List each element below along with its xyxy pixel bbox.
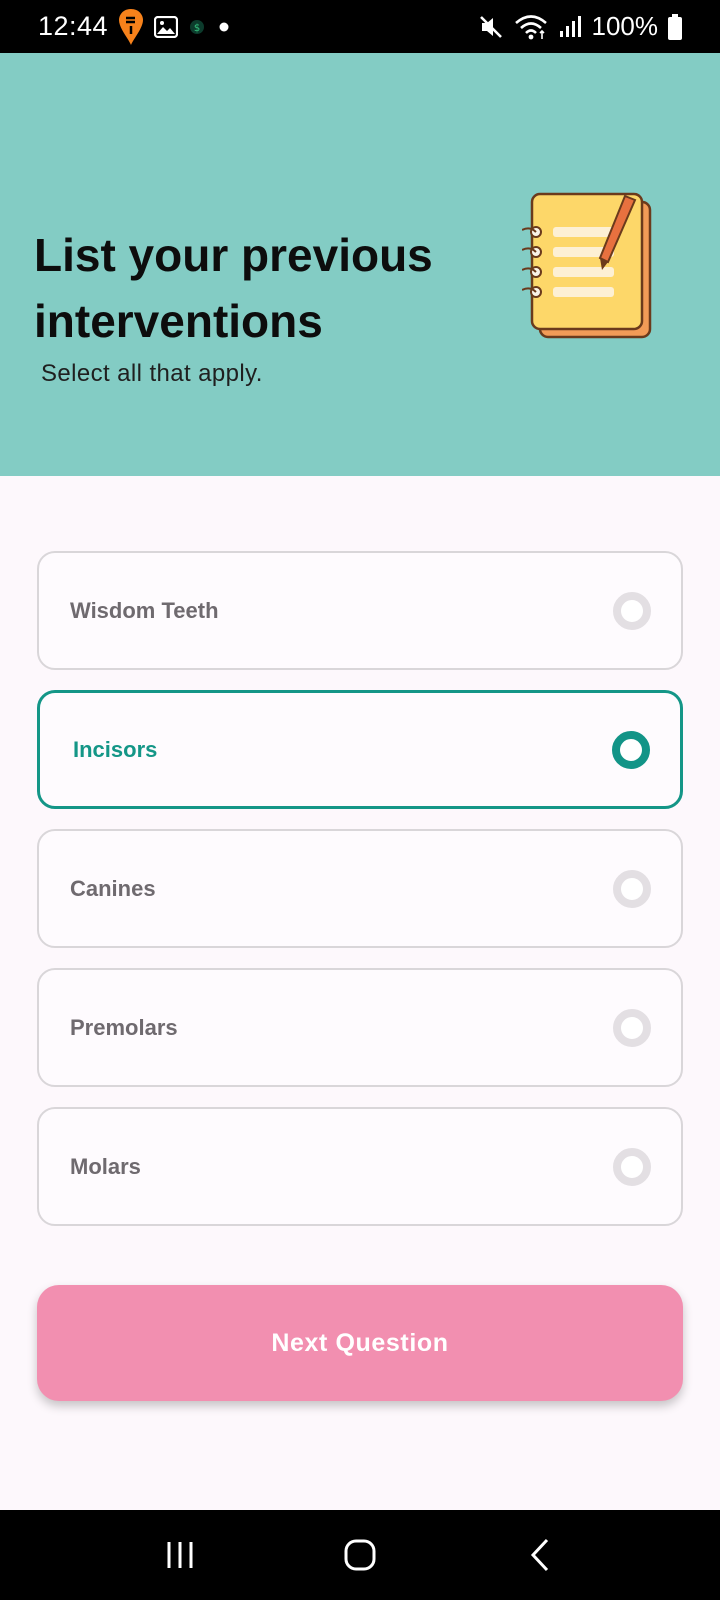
radio-button[interactable]	[612, 730, 650, 769]
home-icon[interactable]	[330, 1525, 390, 1585]
back-icon[interactable]	[510, 1525, 570, 1585]
option-label: Canines	[70, 875, 156, 901]
option-canines[interactable]: Canines	[37, 829, 683, 948]
option-label: Molars	[70, 1153, 141, 1179]
question-subtitle: Select all that apply.	[41, 360, 263, 387]
mute-icon	[478, 14, 504, 40]
radio-button[interactable]	[613, 591, 651, 630]
signal-icon	[558, 15, 582, 39]
wifi-icon	[514, 13, 548, 41]
option-label: Wisdom Teeth	[70, 597, 219, 623]
next-question-button[interactable]: Next Question	[37, 1285, 683, 1401]
svg-text:$: $	[194, 23, 200, 34]
status-right: 100%	[478, 11, 682, 42]
dot-icon	[216, 19, 232, 35]
navigation-bar	[0, 1510, 720, 1600]
radio-button[interactable]	[613, 869, 651, 908]
gallery-icon	[154, 15, 179, 38]
status-left: 12:44 $	[38, 8, 232, 46]
recents-icon[interactable]	[150, 1525, 210, 1585]
option-label: Premolars	[70, 1014, 178, 1040]
option-incisors[interactable]: Incisors	[37, 690, 683, 809]
option-wisdom-teeth[interactable]: Wisdom Teeth	[37, 551, 683, 670]
notebook-icon	[521, 190, 662, 346]
battery-percent: 100%	[591, 11, 659, 41]
status-time: 12:44	[38, 11, 109, 41]
question-title: List your previous interventions	[34, 229, 433, 347]
option-premolars[interactable]: Premolars	[37, 968, 683, 1087]
swiggy-icon	[118, 8, 144, 46]
radio-button[interactable]	[613, 1008, 651, 1047]
battery-icon	[668, 13, 682, 40]
status-bar: 12:44 $ 100%	[0, 0, 720, 53]
app-icon: $	[188, 18, 206, 36]
option-molars[interactable]: Molars	[37, 1107, 683, 1226]
options-list: Wisdom Teeth Incisors Canines Premolars …	[37, 551, 683, 1246]
radio-button[interactable]	[613, 1147, 651, 1186]
option-label: Incisors	[73, 736, 158, 762]
